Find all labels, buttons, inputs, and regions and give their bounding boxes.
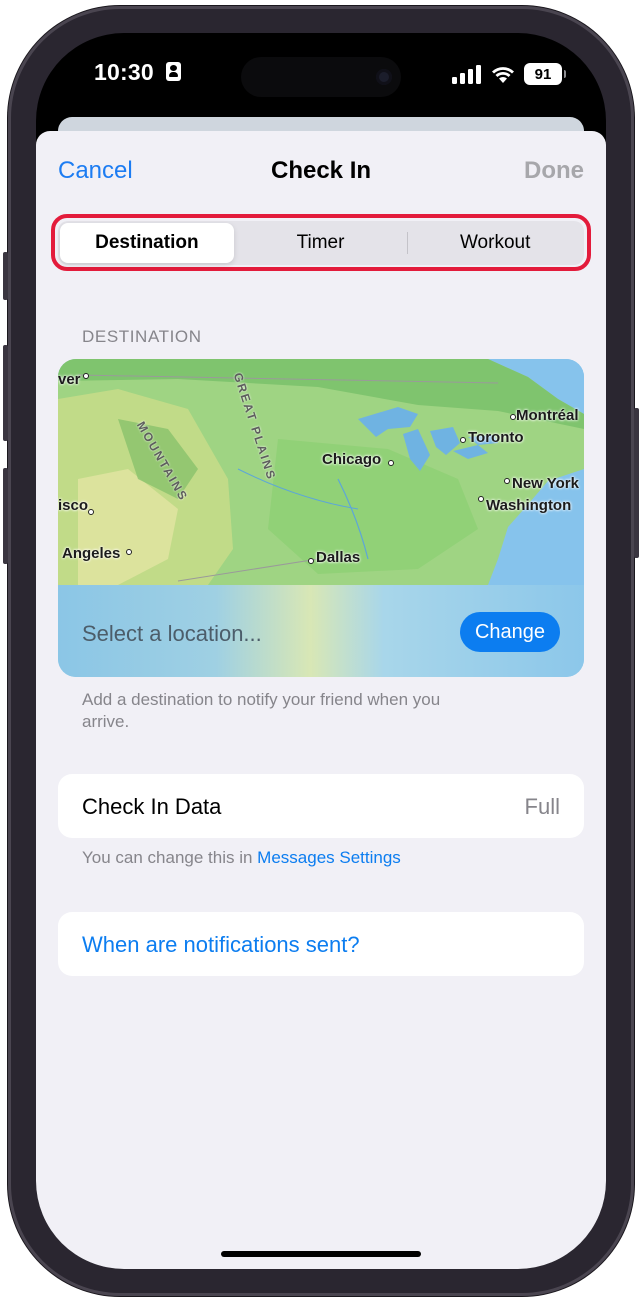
- nav-bar: Cancel Check In Done: [36, 131, 606, 215]
- action-button: [3, 252, 8, 300]
- city-dot: [460, 437, 466, 443]
- destination-header: DESTINATION: [82, 327, 202, 346]
- notifications-row[interactable]: When are notifications sent?: [58, 912, 584, 976]
- battery-icon: 91: [524, 63, 566, 85]
- map-label-washington: Washington: [486, 497, 572, 514]
- location-placeholder[interactable]: Select a location...: [82, 621, 262, 647]
- map-label-toronto: Toronto: [468, 429, 524, 446]
- messages-settings-link[interactable]: Messages Settings: [257, 848, 401, 867]
- map-label-san-francisco: isco: [58, 497, 89, 514]
- home-indicator[interactable]: [221, 1251, 421, 1257]
- check-in-data-row[interactable]: Check In Data Full: [58, 774, 584, 838]
- volume-up-button: [3, 345, 8, 441]
- segment-label: Timer: [296, 232, 345, 253]
- map-label-los-angeles: Angeles: [62, 545, 121, 562]
- signal-icon: [452, 65, 481, 84]
- change-location-button[interactable]: Change: [459, 612, 560, 652]
- city-dot: [126, 549, 132, 555]
- map-label-new-york: New York: [512, 475, 579, 492]
- city-dot: [83, 373, 89, 379]
- map-label-montreal: Montréal: [516, 407, 579, 424]
- map-label-denver: ver: [58, 371, 81, 388]
- map-label-chicago: Chicago: [322, 451, 382, 468]
- page-title: Check In: [270, 157, 372, 184]
- check-in-sheet: Cancel Check In Done Destination Timer W…: [36, 131, 606, 1269]
- segment-label: Workout: [459, 232, 531, 253]
- check-in-data-value: Full: [524, 794, 560, 819]
- destination-footnote: Add a destination to notify your friend …: [82, 690, 441, 731]
- note-text: You can change this in: [82, 848, 258, 867]
- city-dot: [510, 414, 516, 420]
- wifi-icon: [492, 67, 514, 83]
- destination-map-card[interactable]: MOUNTAINS GREAT PLAINS ver Montréal Toro…: [58, 359, 584, 677]
- status-time: 10:30: [94, 59, 182, 86]
- city-dot: [308, 558, 314, 564]
- check-in-data-label: Check In Data: [82, 794, 222, 819]
- map-label-dallas: Dallas: [316, 549, 361, 566]
- segment-label: Destination: [95, 232, 199, 253]
- contact-card-icon: [166, 62, 182, 81]
- notifications-link[interactable]: When are notifications sent?: [82, 932, 360, 958]
- location-bar: Select a location... Change: [58, 585, 584, 677]
- city-dot: [504, 478, 510, 484]
- segment-destination[interactable]: Destination: [60, 223, 234, 263]
- status-icons: 91: [452, 63, 566, 85]
- check-in-data-note: You can change this in Messages Settings: [82, 848, 401, 868]
- city-dot: [388, 460, 394, 466]
- segmented-control: Destination Timer Workout: [58, 221, 584, 265]
- battery-level: 91: [534, 65, 552, 83]
- done-button[interactable]: Done: [524, 157, 584, 185]
- screen: 10:30 91 Cancel Check In Done Destinatio…: [36, 33, 606, 1269]
- power-button: [634, 408, 639, 558]
- segment-workout[interactable]: Workout: [408, 223, 582, 263]
- segment-timer[interactable]: Timer: [234, 223, 408, 263]
- city-dot: [88, 509, 94, 515]
- city-dot: [478, 496, 484, 502]
- volume-down-button: [3, 468, 8, 564]
- status-time-text: 10:30: [94, 59, 154, 85]
- front-camera: [376, 69, 392, 85]
